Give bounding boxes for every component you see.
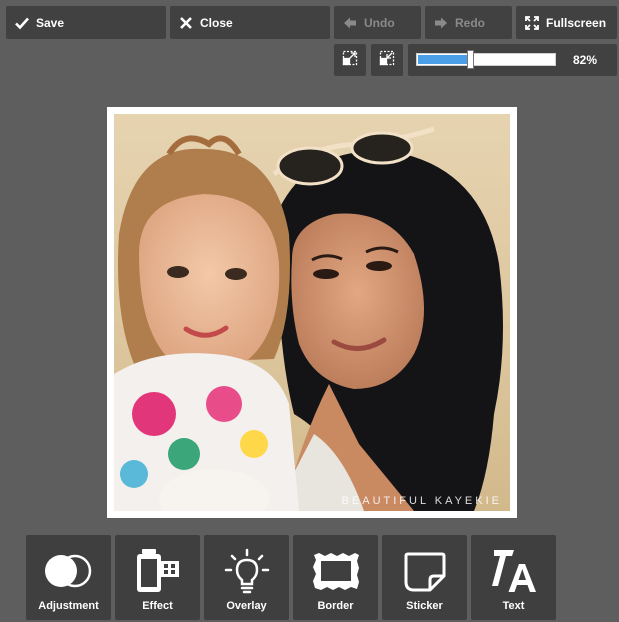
checkmark-icon [15,16,29,30]
undo-arrow-icon [343,16,357,30]
adjustment-tool-label: Adjustment [38,600,99,612]
sticker-tool-label: Sticker [406,600,443,612]
two-circles-icon [39,547,99,595]
fit-to-screen-button[interactable] [334,44,366,76]
zoom-slider[interactable] [416,50,556,69]
undo-button[interactable]: Undo [334,6,421,39]
sticker-note-icon [395,547,455,595]
effect-tool-button[interactable]: Effect [115,535,200,620]
actual-size-button[interactable] [371,44,403,76]
shrink-arrow-icon [379,50,395,71]
fullscreen-button[interactable]: Fullscreen [516,6,617,39]
portrait-photo [114,126,503,511]
redo-arrow-icon [434,16,448,30]
save-button[interactable]: Save [6,6,166,39]
zoom-slider-handle[interactable] [467,50,474,69]
photo-canvas[interactable]: BEAUTIFUL KAYEKIE [114,114,510,511]
sticker-tool-button[interactable]: Sticker [382,535,467,620]
save-label: Save [36,15,65,30]
fullscreen-icon [525,15,539,30]
border-tool-label: Border [317,600,354,612]
zoom-control: 82% [408,44,617,76]
zoom-slider-fill [418,55,470,64]
lightbulb-icon [217,547,277,595]
adjustment-tool-button[interactable]: Adjustment [26,535,111,620]
zoom-percentage: 82% [572,53,597,67]
frame-border-icon [306,547,366,595]
film-canister-icon [128,547,188,595]
expand-arrow-icon [342,50,358,71]
effect-tool-label: Effect [142,600,173,612]
photo-watermark: BEAUTIFUL KAYEKIE [341,495,502,507]
close-button[interactable]: Close [170,6,330,39]
text-tool-button[interactable]: Text [471,535,556,620]
photo-frame: BEAUTIFUL KAYEKIE [107,107,517,518]
text-tool-label: Text [502,600,525,612]
overlay-tool-button[interactable]: Overlay [204,535,289,620]
fullscreen-label: Fullscreen [546,15,607,30]
redo-label: Redo [455,15,485,30]
border-tool-button[interactable]: Border [293,535,378,620]
close-icon [179,16,193,30]
redo-button[interactable]: Redo [425,6,512,39]
close-label: Close [200,15,233,30]
undo-label: Undo [364,15,395,30]
overlay-tool-label: Overlay [226,600,267,612]
text-aa-icon [484,547,544,595]
